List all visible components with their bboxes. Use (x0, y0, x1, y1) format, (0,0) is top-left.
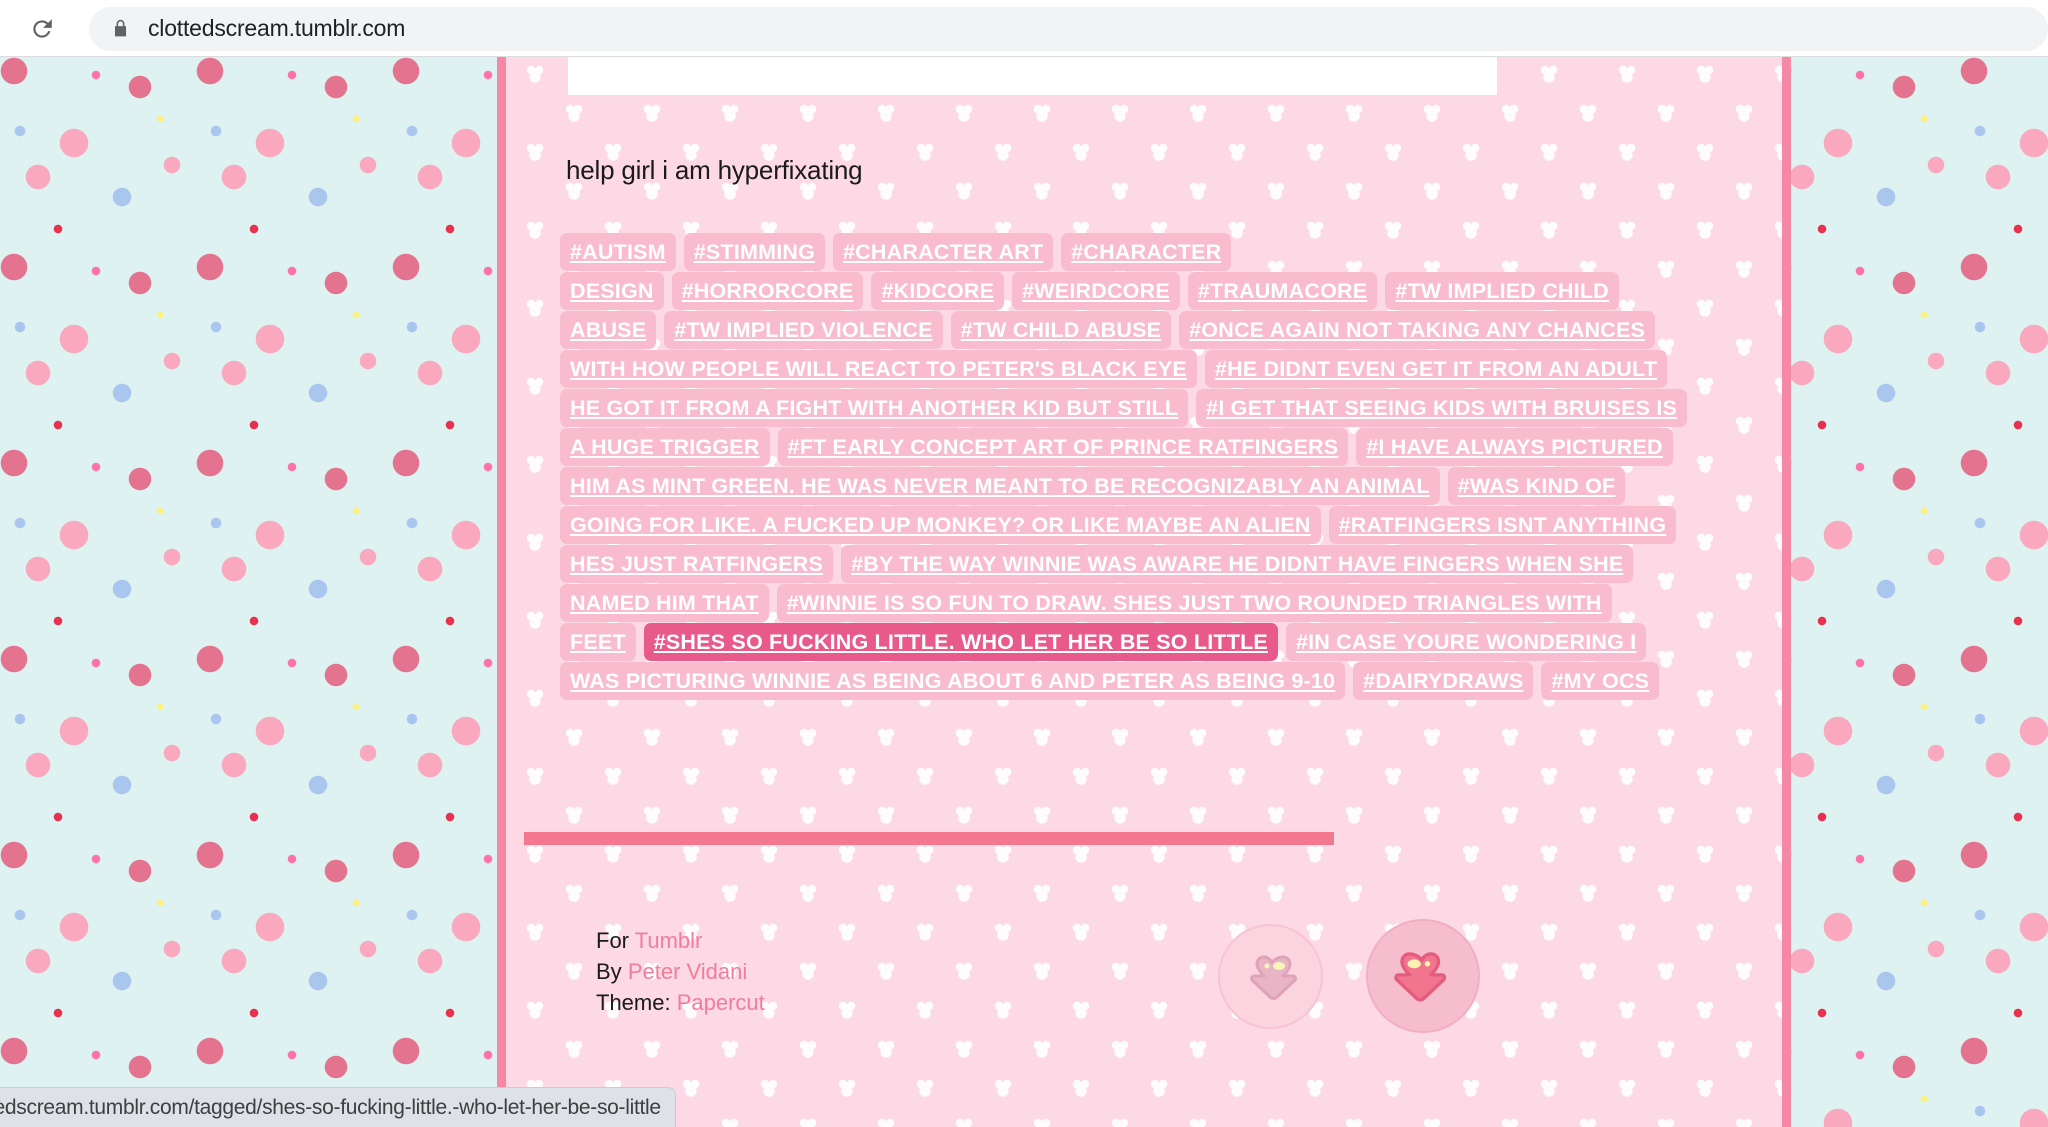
post-tag[interactable]: #CHARACTER ART (833, 233, 1054, 271)
theme-link[interactable]: Papercut (677, 990, 765, 1015)
tag-separator (771, 591, 777, 615)
post-caption: help girl i am hyperfixating (566, 155, 863, 185)
author-link[interactable]: Peter Vidani (628, 959, 747, 984)
post-tag[interactable]: #TRAUMACORE (1187, 272, 1378, 310)
heart-arrow-right-icon (1394, 952, 1447, 1002)
address-bar-url: clottedscream.tumblr.com (148, 15, 406, 41)
post-image-block (568, 57, 1497, 95)
tag-separator (666, 279, 672, 303)
tag-separator (1661, 669, 1667, 693)
tag-separator (1442, 474, 1448, 498)
post-tag[interactable]: #STIMMING (683, 233, 826, 271)
toolbar-separator (0, 56, 2048, 57)
post-tag[interactable]: #TW IMPLIED VIOLENCE (664, 311, 943, 349)
credit-theme-label: Theme: (596, 990, 671, 1015)
tag-separator (1323, 513, 1329, 537)
pagination-controls (1218, 919, 1518, 1039)
post-tag[interactable]: #TW CHILD ABUSE (950, 311, 1172, 349)
blog-content-column: help girl i am hyperfixating #AUTISM #ST… (497, 57, 1791, 1127)
tag-separator (638, 630, 644, 654)
credit-row-by: By Peter Vidani (596, 956, 765, 987)
credit-row-theme: Theme: Papercut (596, 987, 765, 1018)
status-bar-url: tedscream.tumblr.com/tagged/shes-so-fuck… (0, 1095, 661, 1119)
browser-window: clottedscream.tumblr.com help girl i am … (0, 0, 2048, 1127)
theme-credits: For Tumblr By Peter Vidani Theme: Paperc… (596, 925, 765, 1018)
heart-arrow-left-icon (1249, 955, 1297, 1000)
reload-icon (33, 18, 52, 38)
tag-separator (945, 318, 951, 342)
credit-by-label: By (596, 959, 622, 984)
page-viewport: help girl i am hyperfixating #AUTISM #ST… (0, 57, 2048, 1127)
previous-page-button[interactable] (1218, 924, 1323, 1029)
post-tag-list: #AUTISM #STIMMING #CHARACTER ART #CHARAC… (560, 233, 1688, 701)
reload-button[interactable] (20, 7, 64, 51)
tumblr-link[interactable]: Tumblr (635, 928, 703, 953)
tag-separator (772, 435, 778, 459)
post-tag[interactable]: #MY OCS (1541, 662, 1660, 700)
footer-divider (524, 832, 1334, 845)
tag-separator (1182, 279, 1188, 303)
post-tag[interactable]: #AUTISM (560, 233, 676, 271)
post-tag[interactable]: #HORRORCORE (671, 272, 864, 310)
credit-row-for: For Tumblr (596, 925, 765, 956)
post-tag[interactable]: #DAIRYDRAWS (1353, 662, 1534, 700)
post-tag[interactable]: #KIDCORE (871, 272, 1005, 310)
post-tag[interactable]: #WEIRDCORE (1012, 272, 1180, 310)
browser-toolbar: clottedscream.tumblr.com (0, 0, 2048, 57)
lock-icon (111, 19, 130, 38)
post-tag[interactable]: #SHES SO FUCKING LITTLE. WHO LET HER BE … (643, 623, 1278, 661)
post-tag[interactable]: #FT EARLY CONCEPT ART OF PRINCE RATFINGE… (777, 428, 1349, 466)
tag-separator (678, 240, 684, 264)
credit-for-label: For (596, 928, 629, 953)
next-page-button[interactable] (1366, 919, 1480, 1033)
address-bar[interactable]: clottedscream.tumblr.com (89, 6, 2048, 51)
link-status-bar: tedscream.tumblr.com/tagged/shes-so-fuck… (0, 1087, 676, 1127)
